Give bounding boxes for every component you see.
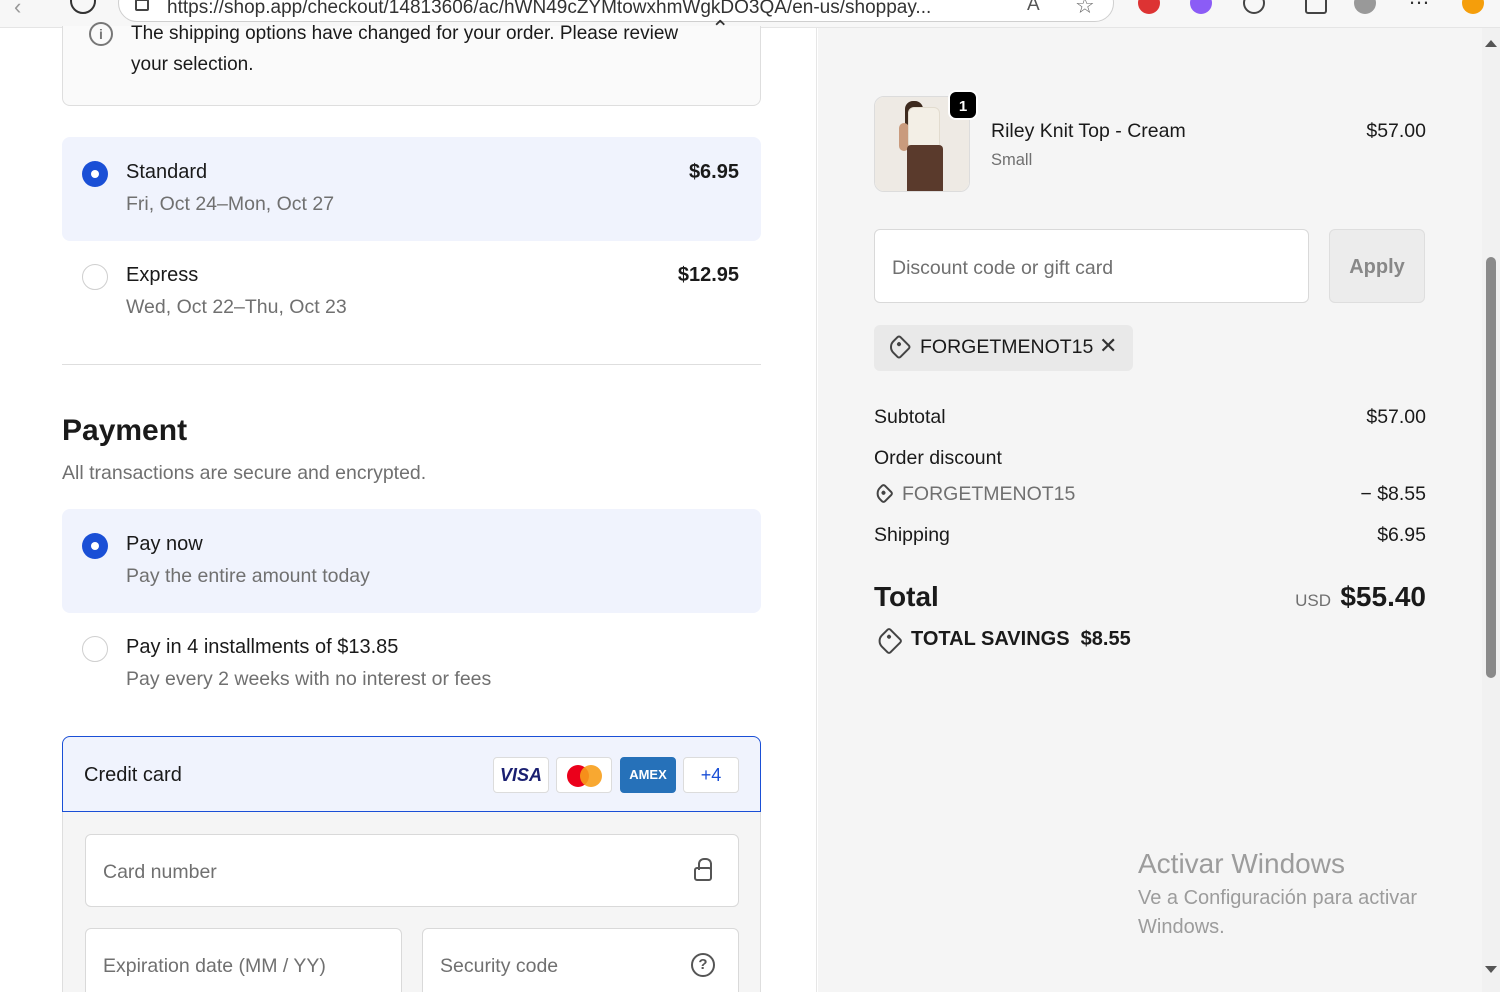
shipping-option-express[interactable]: Express Wed, Oct 22–Thu, Oct 23 $12.95 [62,240,761,344]
product-variant: Small [991,151,1033,169]
total-label: Total [874,581,939,612]
payment-option-title: Pay in 4 installments of $13.85 [126,636,399,658]
mastercard-logo [556,757,612,793]
payment-option-installments[interactable]: Pay in 4 installments of $13.85 Pay ever… [62,612,761,716]
shipping-option-price: $12.95 [677,264,739,286]
payment-subtitle: All transactions are secure and encrypte… [62,462,427,484]
product-name: Riley Knit Top - Cream [991,120,1186,142]
profile-avatar[interactable] [1354,0,1376,14]
url-text[interactable]: https://shop.app/checkout/14813606/ac/hW… [167,0,1067,19]
card-number-placeholder: Card number [103,861,217,883]
subtotal-value: $57.00 [1366,406,1426,428]
help-icon[interactable]: ? [691,953,715,977]
discount-placeholder: Discount code or gift card [892,257,1114,279]
credit-card-label: Credit card [84,764,182,786]
total-value: $55.40 [1340,581,1426,612]
shipping-change-notice: i The shipping options have changed for … [62,16,761,106]
radio-selected[interactable] [82,533,108,559]
more-menu-icon[interactable]: … [1408,0,1430,9]
notice-message: The shipping options have changed for yo… [131,23,679,75]
back-arrow-icon[interactable]: ‹ [14,0,21,20]
page-scrollbar[interactable] [1482,28,1500,992]
shipping-option-name: Standard [126,161,208,183]
discount-code-input[interactable]: Discount code or gift card [874,229,1309,303]
subtotal-label: Subtotal [874,406,946,428]
applied-code: FORGETMENOT15 [920,336,1094,358]
order-discount-amount: − $8.55 [1360,483,1426,505]
shipping-option-name: Express [126,264,199,286]
watermark-subtitle: Ve a Configuración para activar Windows. [1138,887,1418,938]
tag-icon [886,334,912,360]
product-price: $57.00 [1366,120,1426,142]
card-number-field[interactable]: Card number [85,834,739,907]
order-summary: 1 Riley Knit Top - Cream Small $57.00 Di… [818,28,1482,992]
credit-card-form: Card number Expiration date (MM / YY) Se… [62,812,761,992]
more-cards-badge[interactable]: +4 [683,757,739,793]
tag-icon [872,482,895,505]
chevron-up-icon[interactable]: ⌃ [711,16,729,42]
radio-selected[interactable] [82,161,108,187]
order-discount-code: FORGETMENOT15 [902,483,1076,505]
read-aloud-icon[interactable]: A [1027,0,1040,16]
payment-option-subtitle: Pay every 2 weeks with no interest or fe… [126,668,492,690]
reload-icon[interactable] [70,0,96,14]
remove-discount-icon[interactable]: ✕ [1099,333,1117,359]
watermark-title: Activar Windows [1138,848,1345,879]
info-icon: i [89,22,113,46]
scroll-up-arrow-icon[interactable] [1485,40,1497,47]
extensions-puzzle-icon[interactable] [1243,0,1265,14]
amex-logo: AMEX [620,757,676,793]
favorites-icon[interactable] [1305,0,1327,14]
quantity-badge: 1 [948,90,978,120]
total-savings: TOTAL SAVINGS $8.55 [911,628,1131,650]
checkout-main: i The shipping options have changed for … [6,16,817,992]
shipping-label: Shipping [874,524,950,546]
payment-option-title: Pay now [126,533,203,555]
windows-activation-watermark: Activar Windows Ve a Configuración para … [1138,848,1458,942]
applied-discount-chip: FORGETMENOT15 ✕ [874,325,1133,371]
security-code-field[interactable]: Security code ? [422,928,739,992]
shipping-value: $6.95 [1377,524,1426,546]
expiration-date-field[interactable]: Expiration date (MM / YY) [85,928,402,992]
shipping-option-dates: Fri, Oct 24–Mon, Oct 27 [126,193,335,215]
site-info-icon[interactable] [135,0,149,11]
scrollbar-thumb[interactable] [1486,257,1496,678]
credit-card-option[interactable]: Credit card VISA AMEX +4 [62,736,761,812]
radio-unselected[interactable] [82,264,108,290]
shipping-option-standard[interactable]: Standard Fri, Oct 24–Mon, Oct 27 $6.95 [62,137,761,241]
payment-heading: Payment [62,414,188,447]
copilot-icon[interactable] [1462,0,1484,14]
visa-logo: VISA [493,757,549,793]
security-code-placeholder: Security code [440,955,559,977]
scroll-down-arrow-icon[interactable] [1485,966,1497,973]
savings-tag-icon [874,626,904,656]
shipping-option-dates: Wed, Oct 22–Thu, Oct 23 [126,296,347,318]
favorite-star-icon[interactable]: ☆ [1075,0,1095,19]
lock-icon [694,858,712,881]
shipping-option-price: $6.95 [688,161,739,183]
section-divider [62,364,761,365]
radio-unselected[interactable] [82,636,108,662]
order-discount-label: Order discount [874,447,1002,469]
expiration-placeholder: Expiration date (MM / YY) [103,955,326,977]
extension-icon[interactable] [1138,0,1160,14]
total-currency: USD [1295,591,1331,610]
apply-discount-button[interactable]: Apply [1329,229,1425,303]
extension-icon[interactable] [1190,0,1212,14]
payment-option-subtitle: Pay the entire amount today [126,565,370,587]
payment-option-pay-now[interactable]: Pay now Pay the entire amount today [62,509,761,613]
